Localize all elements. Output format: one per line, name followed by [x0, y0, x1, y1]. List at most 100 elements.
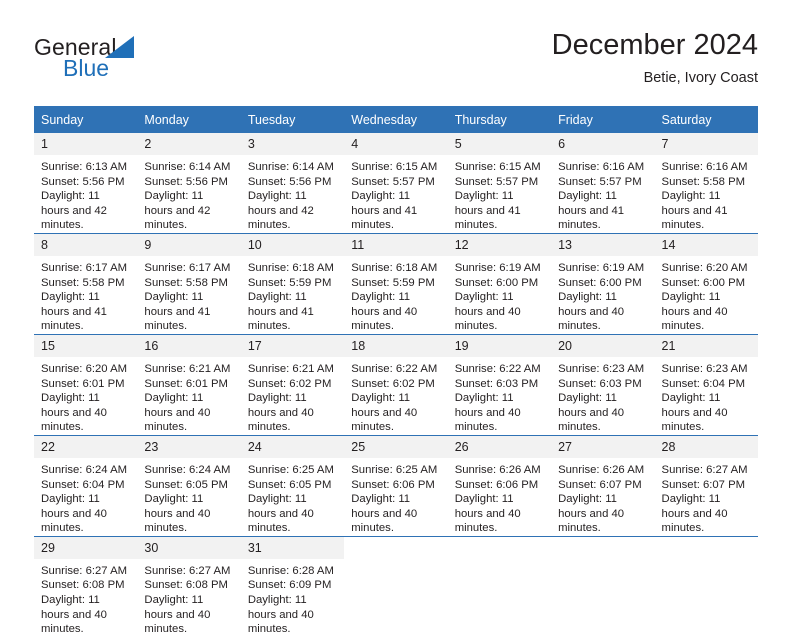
day-info: Sunrise: 6:22 AM Sunset: 6:02 PM Dayligh…: [344, 357, 447, 435]
daylight-text: Daylight: 11 hours and 41 minutes.: [144, 291, 211, 333]
sunrise-text: Sunrise: 6:15 AM: [351, 161, 438, 173]
calendar-day-cell[interactable]: 4 Sunrise: 6:15 AM Sunset: 5:57 PM Dayli…: [344, 133, 448, 233]
brand-logo[interactable]: General Blue: [34, 34, 234, 92]
calendar-day-cell[interactable]: 27 Sunrise: 6:26 AM Sunset: 6:07 PM Dayl…: [551, 434, 655, 537]
sunset-text: Sunset: 6:06 PM: [454, 478, 539, 491]
sunset-text: Sunset: 6:01 PM: [41, 377, 125, 390]
brand-name-blue: Blue: [63, 55, 110, 81]
calendar-day-cell[interactable]: 6 Sunrise: 6:16 AM Sunset: 5:57 PM Dayli…: [551, 133, 655, 233]
day-info: Sunrise: 6:27 AM Sunset: 6:07 PM Dayligh…: [655, 458, 758, 536]
calendar-day-cell[interactable]: 3 Sunrise: 6:14 AM Sunset: 5:56 PM Dayli…: [240, 133, 345, 233]
daylight-text: Daylight: 11 hours and 40 minutes.: [41, 392, 107, 434]
daylight-text: Daylight: 11 hours and 40 minutes.: [247, 493, 314, 535]
daylight-text: Daylight: 11 hours and 40 minutes.: [661, 392, 728, 434]
calendar-day-cell[interactable]: 25 Sunrise: 6:25 AM Sunset: 6:06 PM Dayl…: [344, 434, 448, 537]
sunset-text: Sunset: 6:00 PM: [661, 276, 746, 289]
sunset-text: Sunset: 5:59 PM: [247, 276, 332, 289]
calendar-day-cell[interactable]: 5 Sunrise: 6:15 AM Sunset: 5:57 PM Dayli…: [447, 133, 552, 233]
sunrise-text: Sunrise: 6:25 AM: [351, 463, 438, 476]
day-number: 31: [240, 536, 345, 559]
calendar-week-row: 1 Sunrise: 6:13 AM Sunset: 5:56 PM Dayli…: [34, 133, 758, 233]
calendar-day-cell[interactable]: 20 Sunrise: 6:23 AM Sunset: 6:03 PM Dayl…: [551, 333, 655, 436]
sunrise-text: Sunrise: 6:19 AM: [454, 261, 541, 274]
calendar-day-cell[interactable]: 9 Sunrise: 6:17 AM Sunset: 5:58 PM Dayli…: [137, 232, 241, 335]
sunset-text: Sunset: 5:58 PM: [144, 276, 228, 289]
day-number: 14: [654, 233, 758, 256]
calendar-day-cell-empty: [551, 535, 655, 637]
sunrise-text: Sunrise: 6:14 AM: [144, 161, 231, 173]
day-number: 30: [137, 536, 241, 559]
day-info: Sunrise: 6:16 AM Sunset: 5:58 PM Dayligh…: [655, 155, 758, 233]
day-number: 9: [137, 233, 241, 256]
calendar-day-cell[interactable]: 19 Sunrise: 6:22 AM Sunset: 6:03 PM Dayl…: [447, 333, 552, 436]
calendar-day-cell[interactable]: 10 Sunrise: 6:18 AM Sunset: 5:59 PM Dayl…: [240, 232, 345, 335]
title-block: December 2024 Betie, Ivory Coast: [552, 28, 758, 88]
sunrise-text: Sunrise: 6:14 AM: [247, 161, 334, 173]
sunset-text: Sunset: 6:07 PM: [558, 478, 642, 491]
day-number: 1: [34, 133, 138, 155]
day-info: Sunrise: 6:18 AM Sunset: 5:59 PM Dayligh…: [241, 256, 344, 334]
daylight-text: Daylight: 11 hours and 40 minutes.: [558, 493, 625, 535]
day-info: Sunrise: 6:24 AM Sunset: 6:05 PM Dayligh…: [137, 458, 240, 536]
day-number: 16: [137, 334, 241, 357]
weekday-header-friday: Friday: [551, 106, 655, 133]
day-number: 28: [654, 435, 758, 458]
day-number: 12: [447, 233, 552, 256]
day-info: Sunrise: 6:19 AM Sunset: 6:00 PM Dayligh…: [448, 256, 551, 334]
calendar-day-cell[interactable]: 15 Sunrise: 6:20 AM Sunset: 6:01 PM Dayl…: [34, 333, 138, 436]
calendar-day-cell[interactable]: 21 Sunrise: 6:23 AM Sunset: 6:04 PM Dayl…: [654, 333, 758, 436]
calendar-day-cell[interactable]: 26 Sunrise: 6:26 AM Sunset: 6:06 PM Dayl…: [447, 434, 552, 537]
calendar-day-cell[interactable]: 17 Sunrise: 6:21 AM Sunset: 6:02 PM Dayl…: [240, 333, 345, 436]
page-subtitle: Betie, Ivory Coast: [643, 70, 758, 86]
sunrise-text: Sunrise: 6:23 AM: [661, 362, 748, 375]
day-info: Sunrise: 6:26 AM Sunset: 6:06 PM Dayligh…: [448, 458, 551, 536]
sunset-text: Sunset: 5:59 PM: [351, 276, 435, 289]
sunrise-text: Sunrise: 6:28 AM: [247, 564, 334, 577]
calendar-day-cell[interactable]: 30 Sunrise: 6:27 AM Sunset: 6:08 PM Dayl…: [137, 535, 241, 637]
sunrise-text: Sunrise: 6:21 AM: [144, 362, 231, 375]
page-title: December 2024: [551, 29, 758, 61]
calendar-day-cell[interactable]: 18 Sunrise: 6:22 AM Sunset: 6:02 PM Dayl…: [344, 333, 448, 436]
daylight-text: Daylight: 11 hours and 40 minutes.: [144, 493, 211, 535]
calendar-day-cell[interactable]: 29 Sunrise: 6:27 AM Sunset: 6:08 PM Dayl…: [34, 535, 138, 637]
day-info: Sunrise: 6:21 AM Sunset: 6:01 PM Dayligh…: [137, 357, 240, 435]
day-number: 22: [34, 435, 138, 458]
day-info: Sunrise: 6:16 AM Sunset: 5:57 PM Dayligh…: [551, 155, 654, 233]
sunset-text: Sunset: 5:57 PM: [454, 175, 539, 188]
sunset-text: Sunset: 6:00 PM: [558, 276, 642, 289]
sunrise-text: Sunrise: 6:26 AM: [558, 463, 645, 476]
day-info: Sunrise: 6:14 AM Sunset: 5:56 PM Dayligh…: [241, 155, 344, 233]
sunrise-text: Sunrise: 6:16 AM: [558, 161, 645, 173]
daylight-text: Daylight: 11 hours and 40 minutes.: [454, 291, 521, 333]
calendar-day-cell[interactable]: 13 Sunrise: 6:19 AM Sunset: 6:00 PM Dayl…: [551, 232, 655, 335]
day-info: Sunrise: 6:22 AM Sunset: 6:03 PM Dayligh…: [448, 357, 551, 435]
daylight-text: Daylight: 11 hours and 40 minutes.: [558, 392, 625, 434]
day-number: 6: [551, 133, 655, 155]
calendar-day-cell[interactable]: 16 Sunrise: 6:21 AM Sunset: 6:01 PM Dayl…: [137, 333, 241, 436]
calendar-day-cell[interactable]: 23 Sunrise: 6:24 AM Sunset: 6:05 PM Dayl…: [137, 434, 241, 537]
day-number: 21: [654, 334, 758, 357]
calendar-day-cell[interactable]: 12 Sunrise: 6:19 AM Sunset: 6:00 PM Dayl…: [447, 232, 552, 335]
calendar-day-cell[interactable]: 28 Sunrise: 6:27 AM Sunset: 6:07 PM Dayl…: [654, 434, 758, 537]
daylight-text: Daylight: 11 hours and 40 minutes.: [351, 392, 418, 434]
day-info: Sunrise: 6:14 AM Sunset: 5:56 PM Dayligh…: [137, 155, 240, 233]
calendar-day-cell[interactable]: 24 Sunrise: 6:25 AM Sunset: 6:05 PM Dayl…: [240, 434, 345, 537]
calendar-day-cell[interactable]: 2 Sunrise: 6:14 AM Sunset: 5:56 PM Dayli…: [137, 133, 241, 233]
calendar-day-cell[interactable]: 1 Sunrise: 6:13 AM Sunset: 5:56 PM Dayli…: [34, 133, 138, 233]
day-info: Sunrise: 6:25 AM Sunset: 6:06 PM Dayligh…: [344, 458, 447, 536]
calendar-day-cell[interactable]: 14 Sunrise: 6:20 AM Sunset: 6:00 PM Dayl…: [654, 232, 758, 335]
calendar-day-cell[interactable]: 11 Sunrise: 6:18 AM Sunset: 5:59 PM Dayl…: [344, 232, 448, 335]
day-info: Sunrise: 6:17 AM Sunset: 5:58 PM Dayligh…: [137, 256, 240, 334]
day-info: Sunrise: 6:17 AM Sunset: 5:58 PM Dayligh…: [34, 256, 137, 334]
sunrise-text: Sunrise: 6:23 AM: [558, 362, 645, 375]
calendar-day-cell[interactable]: 31 Sunrise: 6:28 AM Sunset: 6:09 PM Dayl…: [240, 535, 345, 637]
day-info: Sunrise: 6:21 AM Sunset: 6:02 PM Dayligh…: [241, 357, 344, 435]
calendar-day-cell[interactable]: 7 Sunrise: 6:16 AM Sunset: 5:58 PM Dayli…: [654, 133, 758, 233]
calendar-day-cell[interactable]: 8 Sunrise: 6:17 AM Sunset: 5:58 PM Dayli…: [34, 232, 138, 335]
daylight-text: Daylight: 11 hours and 42 minutes.: [247, 190, 314, 232]
weekday-header-tuesday: Tuesday: [240, 106, 345, 133]
calendar-day-cell[interactable]: 22 Sunrise: 6:24 AM Sunset: 6:04 PM Dayl…: [34, 434, 138, 537]
calendar-page: General Blue December 2024 Betie, Ivory …: [0, 0, 792, 637]
day-number: 4: [344, 133, 448, 155]
day-number: 25: [344, 435, 448, 458]
